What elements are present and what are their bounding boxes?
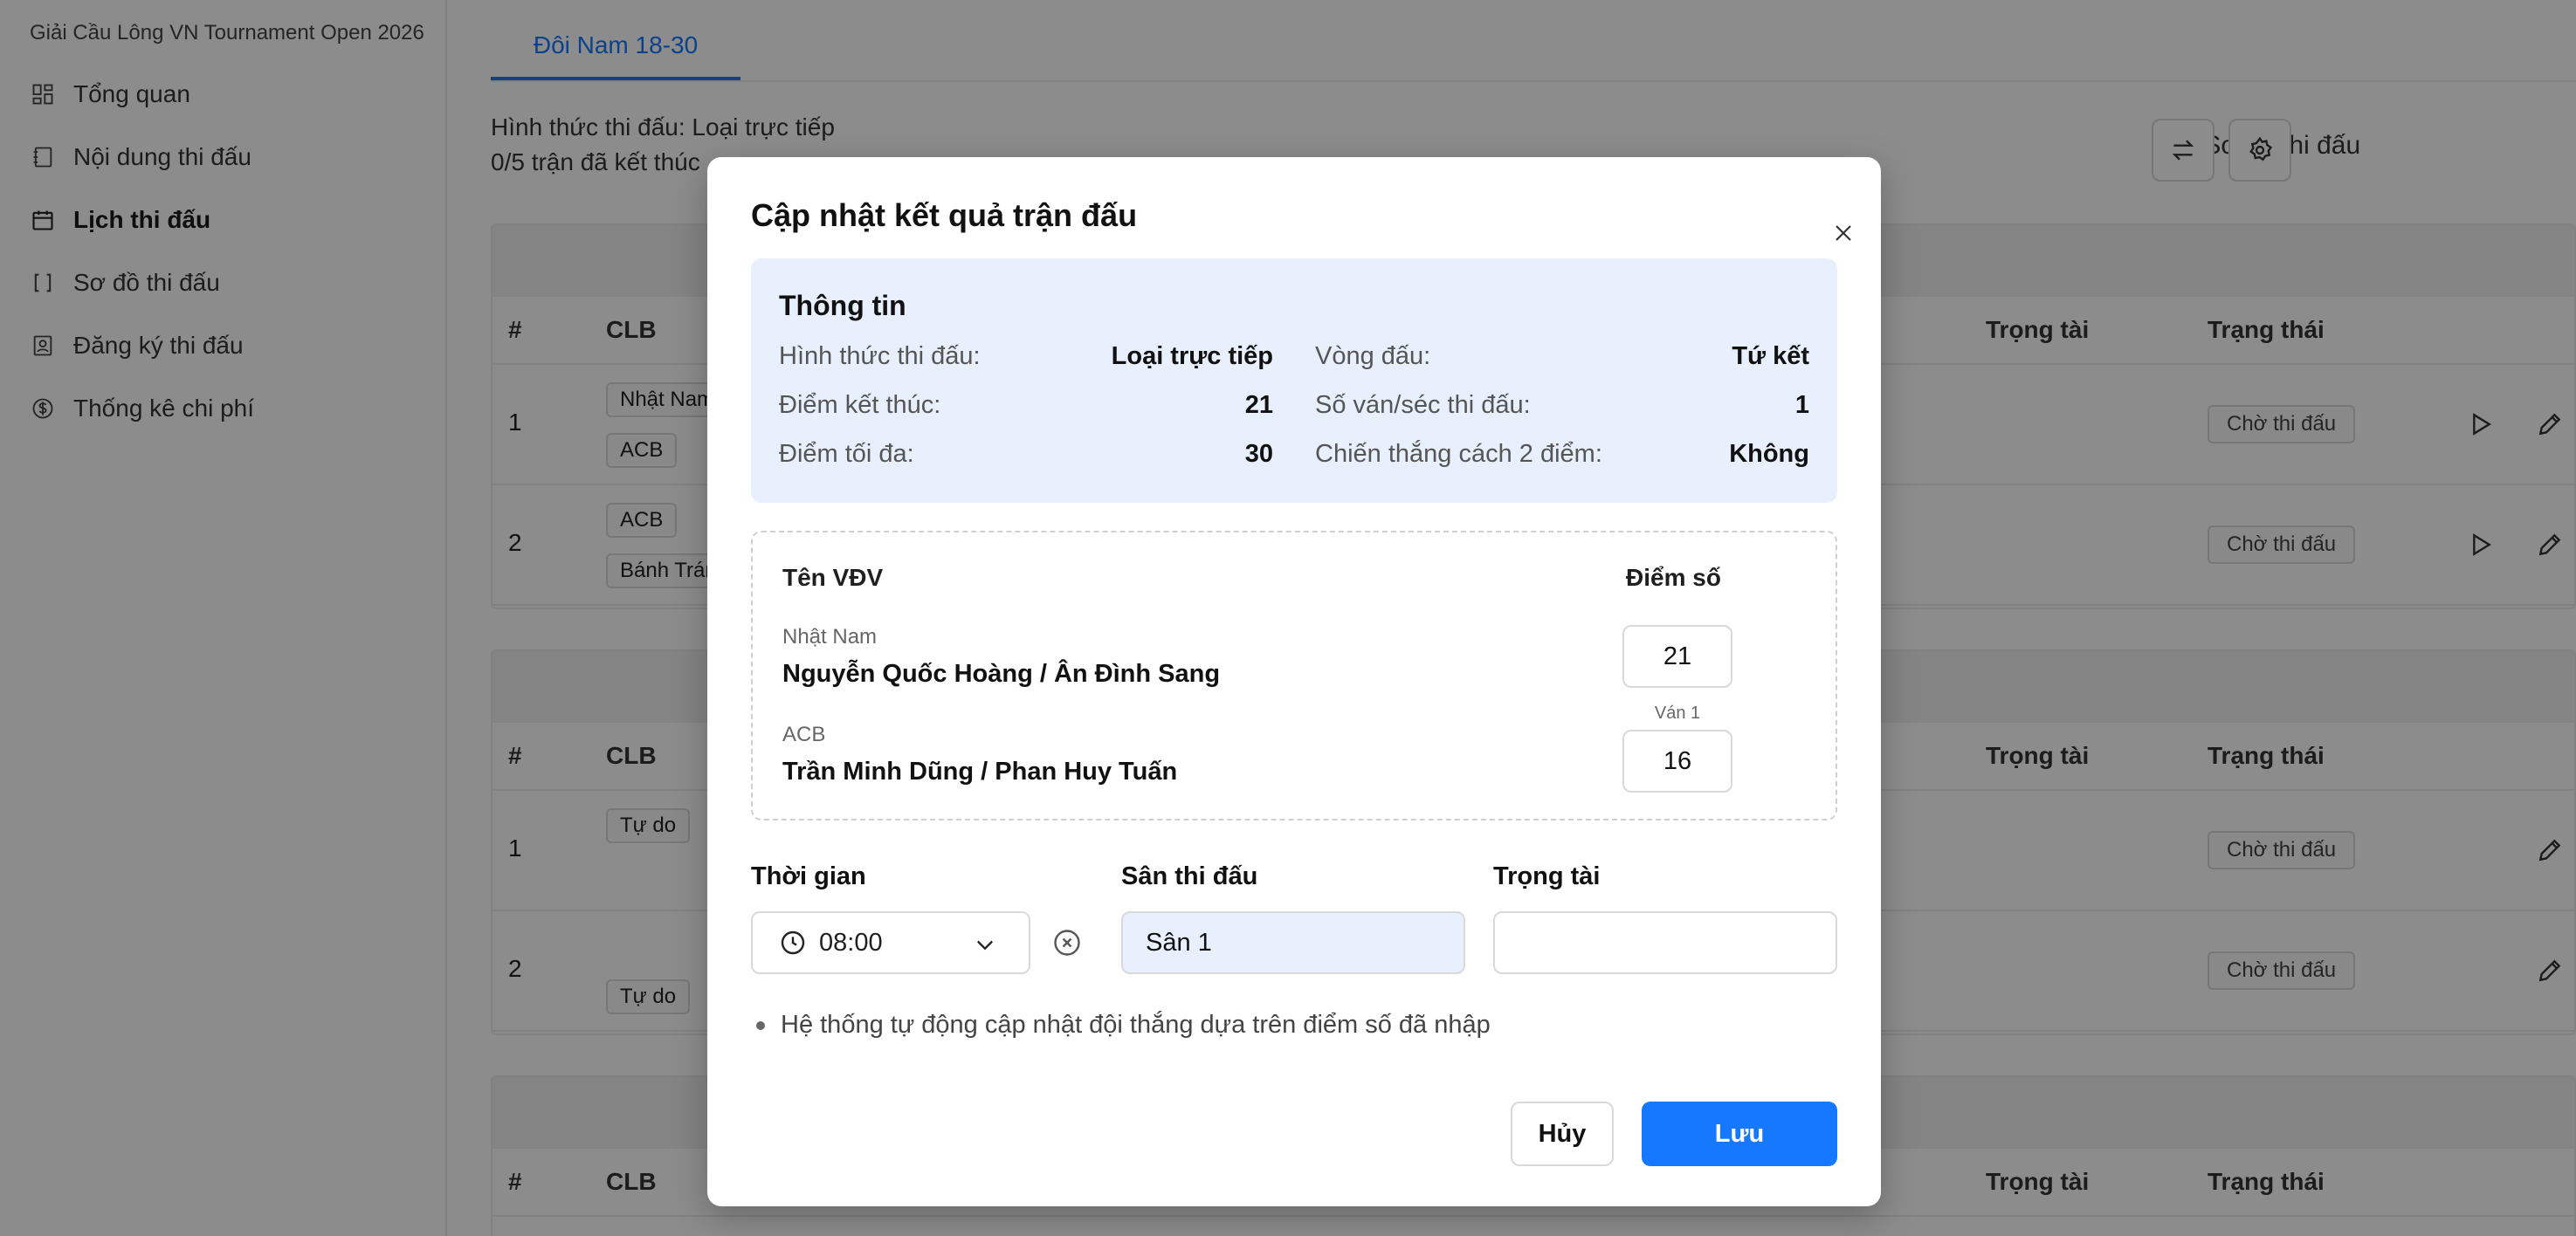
info-label: Chiến thắng cách 2 điểm: [1315,440,1602,468]
team2-score-input[interactable] [1622,730,1732,793]
time-value: 08:00 [819,928,883,957]
update-result-modal: Cập nhật kết quả trận đấu Thông tin Hình… [707,157,1881,1206]
team1-club: Nhật Nam [782,625,878,649]
clear-time-icon[interactable] [1051,927,1083,958]
info-value: Không [1729,440,1809,468]
cancel-button[interactable]: Hủy [1511,1102,1614,1166]
bullet-dot [756,1020,765,1030]
save-button[interactable]: Lưu [1642,1102,1837,1166]
note-text: Hệ thống tự động cập nhật đội thắng dựa … [781,1011,1491,1039]
score-panel: Tên VĐV Điểm số Nhật Nam Nguyễn Quốc Hoà… [751,531,1837,821]
info-format: Hình thức thi đấu: Loại trực tiếp [779,342,1273,371]
team2-club: ACB [782,723,826,746]
info-label: Điểm tối đa: [779,440,914,468]
info-value: 21 [1244,391,1273,419]
info-value: 30 [1244,440,1273,468]
team1-players: Nguyễn Quốc Hoàng / Ân Đình Sang [782,660,1221,688]
info-end-point: Điểm kết thúc: 21 [779,391,1273,420]
player-name-header: Tên VĐV [782,564,884,591]
info-value: Loại trực tiếp [1111,342,1273,370]
chevron-down-icon [977,940,993,951]
info-win-by-two: Chiến thắng cách 2 điểm: Không [1315,440,1809,469]
info-value: Tứ kết [1732,342,1809,370]
modal-title: Cập nhật kết quả trận đấu [751,197,1138,233]
info-label: Điểm kết thúc: [779,391,941,419]
referee-label: Trọng tài [1493,862,1601,890]
set-label: Ván 1 [1654,704,1701,723]
info-max-point: Điểm tối đa: 30 [779,440,1273,469]
referee-input[interactable] [1493,911,1837,974]
time-select[interactable]: 08:00 [751,911,1030,974]
close-icon [1836,225,1851,241]
info-round: Vòng đấu: Tứ kết [1315,342,1809,371]
team1-score-input[interactable] [1622,625,1732,688]
match-info-panel: Thông tin Hình thức thi đấu: Loại trực t… [751,258,1837,503]
time-label: Thời gian [751,862,866,890]
close-button[interactable] [1823,213,1863,253]
auto-update-note: Hệ thống tự động cập nhật đội thắng dựa … [756,1011,1491,1040]
info-label: Số ván/séc thi đấu: [1315,391,1531,419]
team2-players: Trần Minh Dũng / Phan Huy Tuấn [782,758,1178,786]
score-header: Điểm số [1626,564,1721,591]
info-sets: Số ván/séc thi đấu: 1 [1315,391,1809,420]
court-label: Sân thi đấu [1121,862,1258,890]
court-input[interactable] [1121,911,1465,974]
info-value: 1 [1794,391,1809,419]
clock-icon [781,930,805,955]
info-title: Thông tin [779,290,906,321]
info-label: Hình thức thi đấu: [779,342,981,370]
info-label: Vòng đấu: [1315,342,1431,370]
